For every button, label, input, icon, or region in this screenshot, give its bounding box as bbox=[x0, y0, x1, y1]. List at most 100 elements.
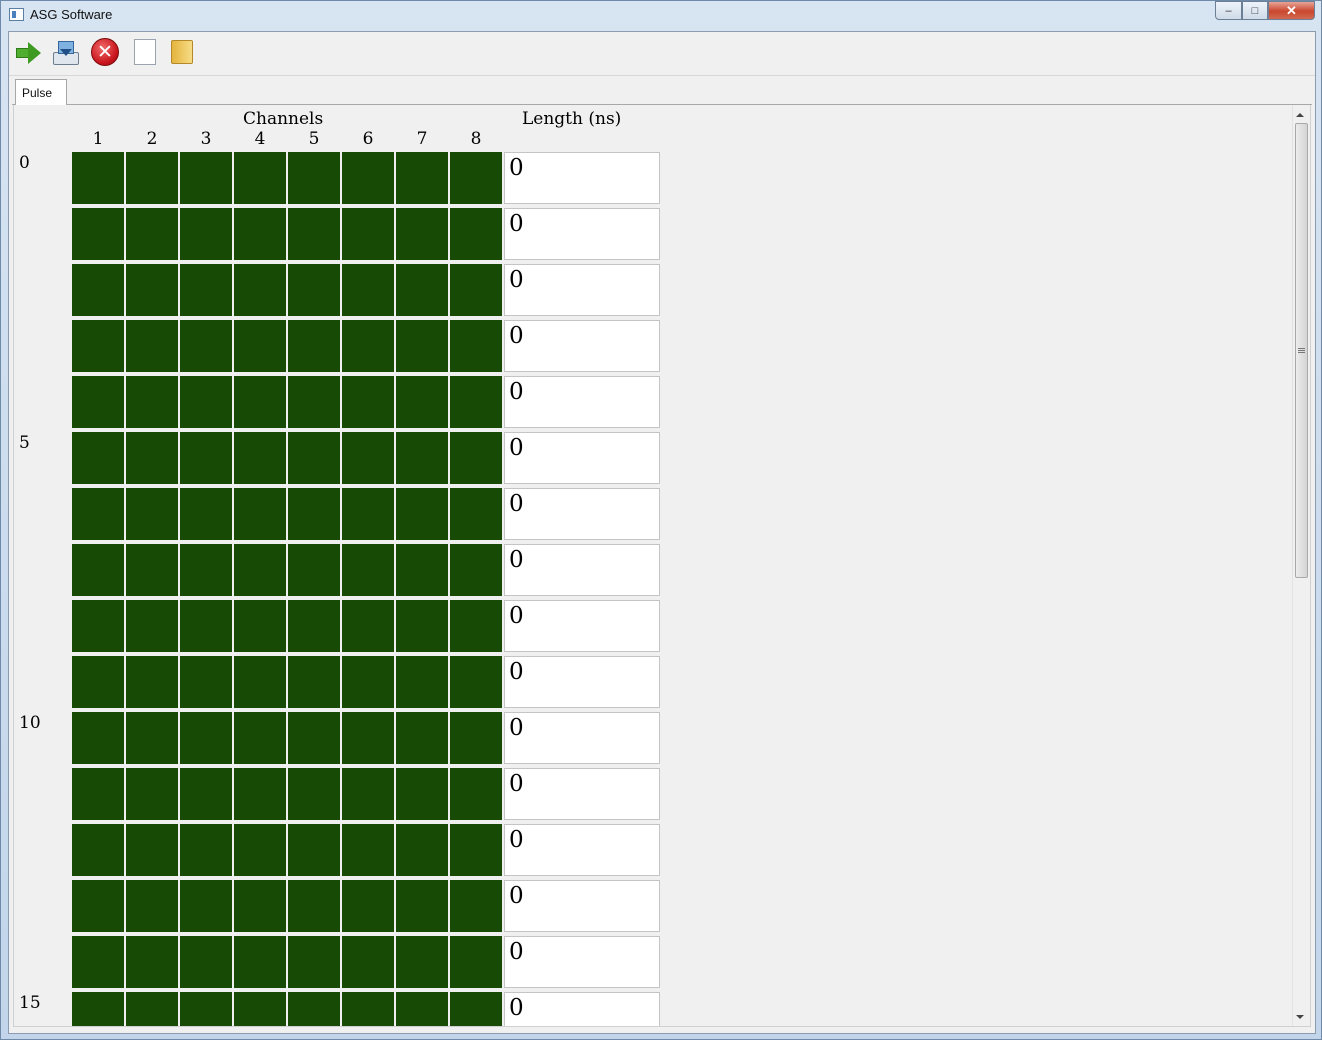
scroll-thumb[interactable] bbox=[1295, 123, 1308, 578]
channel-cell[interactable] bbox=[342, 264, 394, 316]
length-input[interactable]: 0 bbox=[504, 656, 660, 708]
channel-cell[interactable] bbox=[450, 600, 502, 652]
channel-cell[interactable] bbox=[72, 768, 124, 820]
channel-cell[interactable] bbox=[126, 936, 178, 988]
channel-cell[interactable] bbox=[180, 432, 232, 484]
channel-cell[interactable] bbox=[342, 824, 394, 876]
channel-cell[interactable] bbox=[126, 320, 178, 372]
channel-cell[interactable] bbox=[450, 488, 502, 540]
channel-cell[interactable] bbox=[72, 320, 124, 372]
channel-cell[interactable] bbox=[126, 768, 178, 820]
channel-cell[interactable] bbox=[72, 712, 124, 764]
length-input[interactable]: 0 bbox=[504, 376, 660, 428]
channel-cell[interactable] bbox=[126, 544, 178, 596]
channel-cell[interactable] bbox=[126, 880, 178, 932]
channel-cell[interactable] bbox=[234, 880, 286, 932]
channel-cell[interactable] bbox=[180, 824, 232, 876]
channel-cell[interactable] bbox=[396, 768, 448, 820]
channel-cell[interactable] bbox=[396, 712, 448, 764]
length-input[interactable]: 0 bbox=[504, 488, 660, 540]
tab-pulse[interactable]: Pulse bbox=[15, 79, 67, 106]
channel-cell[interactable] bbox=[180, 208, 232, 260]
channel-cell[interactable] bbox=[126, 488, 178, 540]
channel-cell[interactable] bbox=[450, 152, 502, 204]
channel-cell[interactable] bbox=[234, 432, 286, 484]
channel-cell[interactable] bbox=[72, 544, 124, 596]
length-input[interactable]: 0 bbox=[504, 936, 660, 988]
channel-cell[interactable] bbox=[450, 320, 502, 372]
channel-cell[interactable] bbox=[396, 432, 448, 484]
channel-cell[interactable] bbox=[180, 992, 232, 1026]
channel-cell[interactable] bbox=[342, 488, 394, 540]
vertical-scrollbar[interactable] bbox=[1292, 105, 1310, 1026]
channel-cell[interactable] bbox=[288, 824, 340, 876]
download-icon[interactable] bbox=[51, 37, 81, 67]
channel-cell[interactable] bbox=[396, 208, 448, 260]
channel-cell[interactable] bbox=[288, 544, 340, 596]
channel-cell[interactable] bbox=[288, 600, 340, 652]
channel-cell[interactable] bbox=[234, 208, 286, 260]
channel-cell[interactable] bbox=[342, 992, 394, 1026]
channel-cell[interactable] bbox=[72, 936, 124, 988]
channel-cell[interactable] bbox=[396, 152, 448, 204]
channel-cell[interactable] bbox=[234, 992, 286, 1026]
channel-cell[interactable] bbox=[342, 600, 394, 652]
channel-cell[interactable] bbox=[126, 656, 178, 708]
channel-cell[interactable] bbox=[342, 544, 394, 596]
channel-cell[interactable] bbox=[126, 152, 178, 204]
channel-cell[interactable] bbox=[126, 376, 178, 428]
channel-cell[interactable] bbox=[234, 544, 286, 596]
channel-cell[interactable] bbox=[180, 544, 232, 596]
channel-cell[interactable] bbox=[234, 264, 286, 316]
channel-cell[interactable] bbox=[342, 712, 394, 764]
channel-cell[interactable] bbox=[180, 656, 232, 708]
channel-cell[interactable] bbox=[450, 544, 502, 596]
channel-cell[interactable] bbox=[342, 656, 394, 708]
channel-cell[interactable] bbox=[180, 600, 232, 652]
channel-cell[interactable] bbox=[126, 264, 178, 316]
channel-cell[interactable] bbox=[396, 376, 448, 428]
channel-cell[interactable] bbox=[288, 768, 340, 820]
channel-cell[interactable] bbox=[342, 880, 394, 932]
channel-cell[interactable] bbox=[72, 376, 124, 428]
length-input[interactable]: 0 bbox=[504, 880, 660, 932]
channel-cell[interactable] bbox=[126, 712, 178, 764]
new-file-icon[interactable] bbox=[130, 37, 160, 67]
channel-cell[interactable] bbox=[72, 880, 124, 932]
channel-cell[interactable] bbox=[180, 712, 232, 764]
channel-cell[interactable] bbox=[288, 656, 340, 708]
length-input[interactable]: 0 bbox=[504, 768, 660, 820]
channel-cell[interactable] bbox=[396, 656, 448, 708]
channel-cell[interactable] bbox=[396, 488, 448, 540]
channel-cell[interactable] bbox=[126, 824, 178, 876]
minimize-button[interactable]: – bbox=[1215, 1, 1242, 20]
channel-cell[interactable] bbox=[72, 488, 124, 540]
channel-cell[interactable] bbox=[450, 376, 502, 428]
open-folder-icon[interactable] bbox=[167, 37, 197, 67]
channel-cell[interactable] bbox=[72, 656, 124, 708]
channel-cell[interactable] bbox=[288, 712, 340, 764]
channel-cell[interactable] bbox=[450, 432, 502, 484]
channel-cell[interactable] bbox=[396, 264, 448, 316]
channel-cell[interactable] bbox=[450, 208, 502, 260]
channel-cell[interactable] bbox=[180, 264, 232, 316]
channel-cell[interactable] bbox=[396, 992, 448, 1026]
channel-cell[interactable] bbox=[234, 488, 286, 540]
title-bar[interactable]: ASG Software – □ ✕ bbox=[1, 1, 1321, 29]
channel-cell[interactable] bbox=[234, 320, 286, 372]
channel-cell[interactable] bbox=[72, 264, 124, 316]
maximize-button[interactable]: □ bbox=[1242, 1, 1268, 20]
channel-cell[interactable] bbox=[396, 936, 448, 988]
channel-cell[interactable] bbox=[342, 432, 394, 484]
channel-cell[interactable] bbox=[342, 936, 394, 988]
channel-cell[interactable] bbox=[72, 152, 124, 204]
length-input[interactable]: 0 bbox=[504, 320, 660, 372]
channel-cell[interactable] bbox=[342, 208, 394, 260]
channel-cell[interactable] bbox=[288, 488, 340, 540]
channel-cell[interactable] bbox=[126, 992, 178, 1026]
channel-cell[interactable] bbox=[396, 880, 448, 932]
channel-cell[interactable] bbox=[396, 320, 448, 372]
channel-cell[interactable] bbox=[450, 656, 502, 708]
channel-cell[interactable] bbox=[450, 264, 502, 316]
channel-cell[interactable] bbox=[72, 432, 124, 484]
